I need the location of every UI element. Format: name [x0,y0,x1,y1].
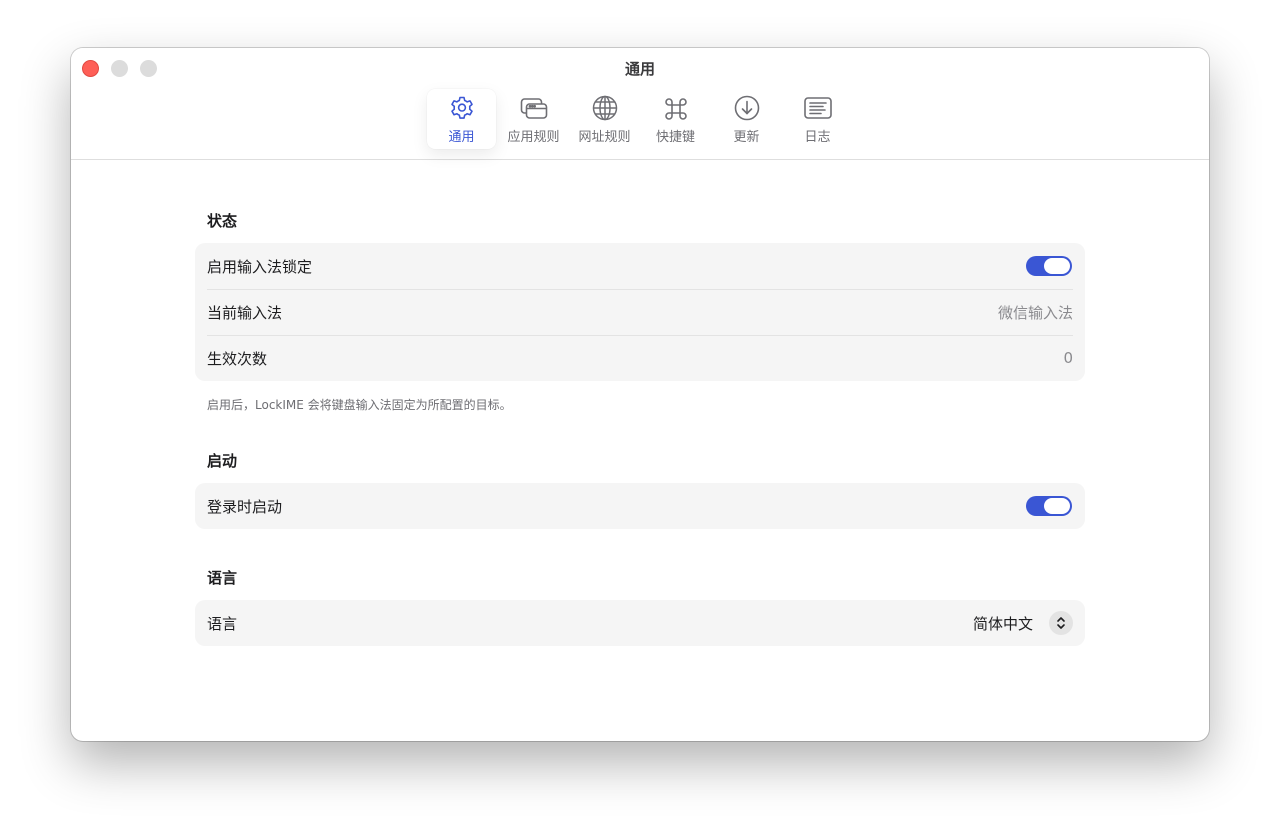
section-title-status: 状态 [207,212,238,230]
current-ime-value: 微信输入法 [997,303,1073,322]
tab-shortcuts[interactable]: 快捷键 [640,89,711,149]
log-list-icon [803,97,832,119]
tab-log[interactable]: 日志 [782,89,853,149]
tab-label: 通用 [448,130,475,145]
language-group: 语言 简体中文 [195,600,1085,646]
enable-lock-toggle[interactable] [1026,256,1072,276]
tab-label: 应用规则 [507,130,560,145]
section-title-language: 语言 [207,569,238,587]
launch-at-login-label: 登录时启动 [207,497,283,516]
settings-window: 通用 通用 应用规则 网址规则 快捷键 更新 日志 状态 启用输入法锁定 当前输… [71,48,1209,741]
preferences-toolbar: 通用 应用规则 网址规则 快捷键 更新 日志 [427,89,853,149]
current-ime-label: 当前输入法 [207,303,283,322]
tab-general[interactable]: 通用 [427,89,496,149]
enable-lock-label: 启用输入法锁定 [207,257,313,276]
status-group: 启用输入法锁定 当前输入法 微信输入法 生效次数 0 [195,243,1085,381]
tab-label: 快捷键 [655,130,695,145]
tab-url-rules[interactable]: 网址规则 [569,89,640,149]
status-caption: 启用后，LockIME 会将键盘输入法固定为所配置的目标。 [207,398,512,412]
tab-app-rules[interactable]: 应用规则 [498,89,569,149]
title-bar: 通用 通用 应用规则 网址规则 快捷键 更新 日志 [71,48,1209,160]
language-label: 语言 [207,614,238,633]
effect-count-row: 生效次数 0 [195,335,1085,381]
window-title: 通用 [624,60,655,78]
tab-updates[interactable]: 更新 [711,89,782,149]
app-windows-icon [520,98,547,119]
language-row: 语言 简体中文 [195,600,1085,646]
tab-label: 更新 [733,130,760,145]
launch-at-login-toggle[interactable] [1026,496,1072,516]
language-popup-button[interactable]: 简体中文 [973,611,1073,635]
download-circle-icon [734,95,759,121]
effect-count-value: 0 [1063,349,1073,367]
gear-icon [450,96,473,119]
toggle-knob [1044,258,1070,274]
globe-icon [592,95,617,121]
general-settings-pane: 状态 启用输入法锁定 当前输入法 微信输入法 生效次数 0 启用后，LockIM… [71,160,1209,741]
language-selected-value: 简体中文 [972,614,1033,633]
launch-at-login-row: 登录时启动 [195,483,1085,529]
enable-lock-row: 启用输入法锁定 [195,243,1085,289]
command-icon [664,98,687,120]
effect-count-label: 生效次数 [207,349,268,368]
up-down-chevron-icon [1049,611,1073,635]
toggle-knob [1044,498,1070,514]
tab-label: 日志 [804,130,831,145]
tab-label: 网址规则 [578,130,631,145]
current-ime-row: 当前输入法 微信输入法 [195,289,1085,335]
section-title-startup: 启动 [207,452,238,470]
startup-group: 登录时启动 [195,483,1085,529]
